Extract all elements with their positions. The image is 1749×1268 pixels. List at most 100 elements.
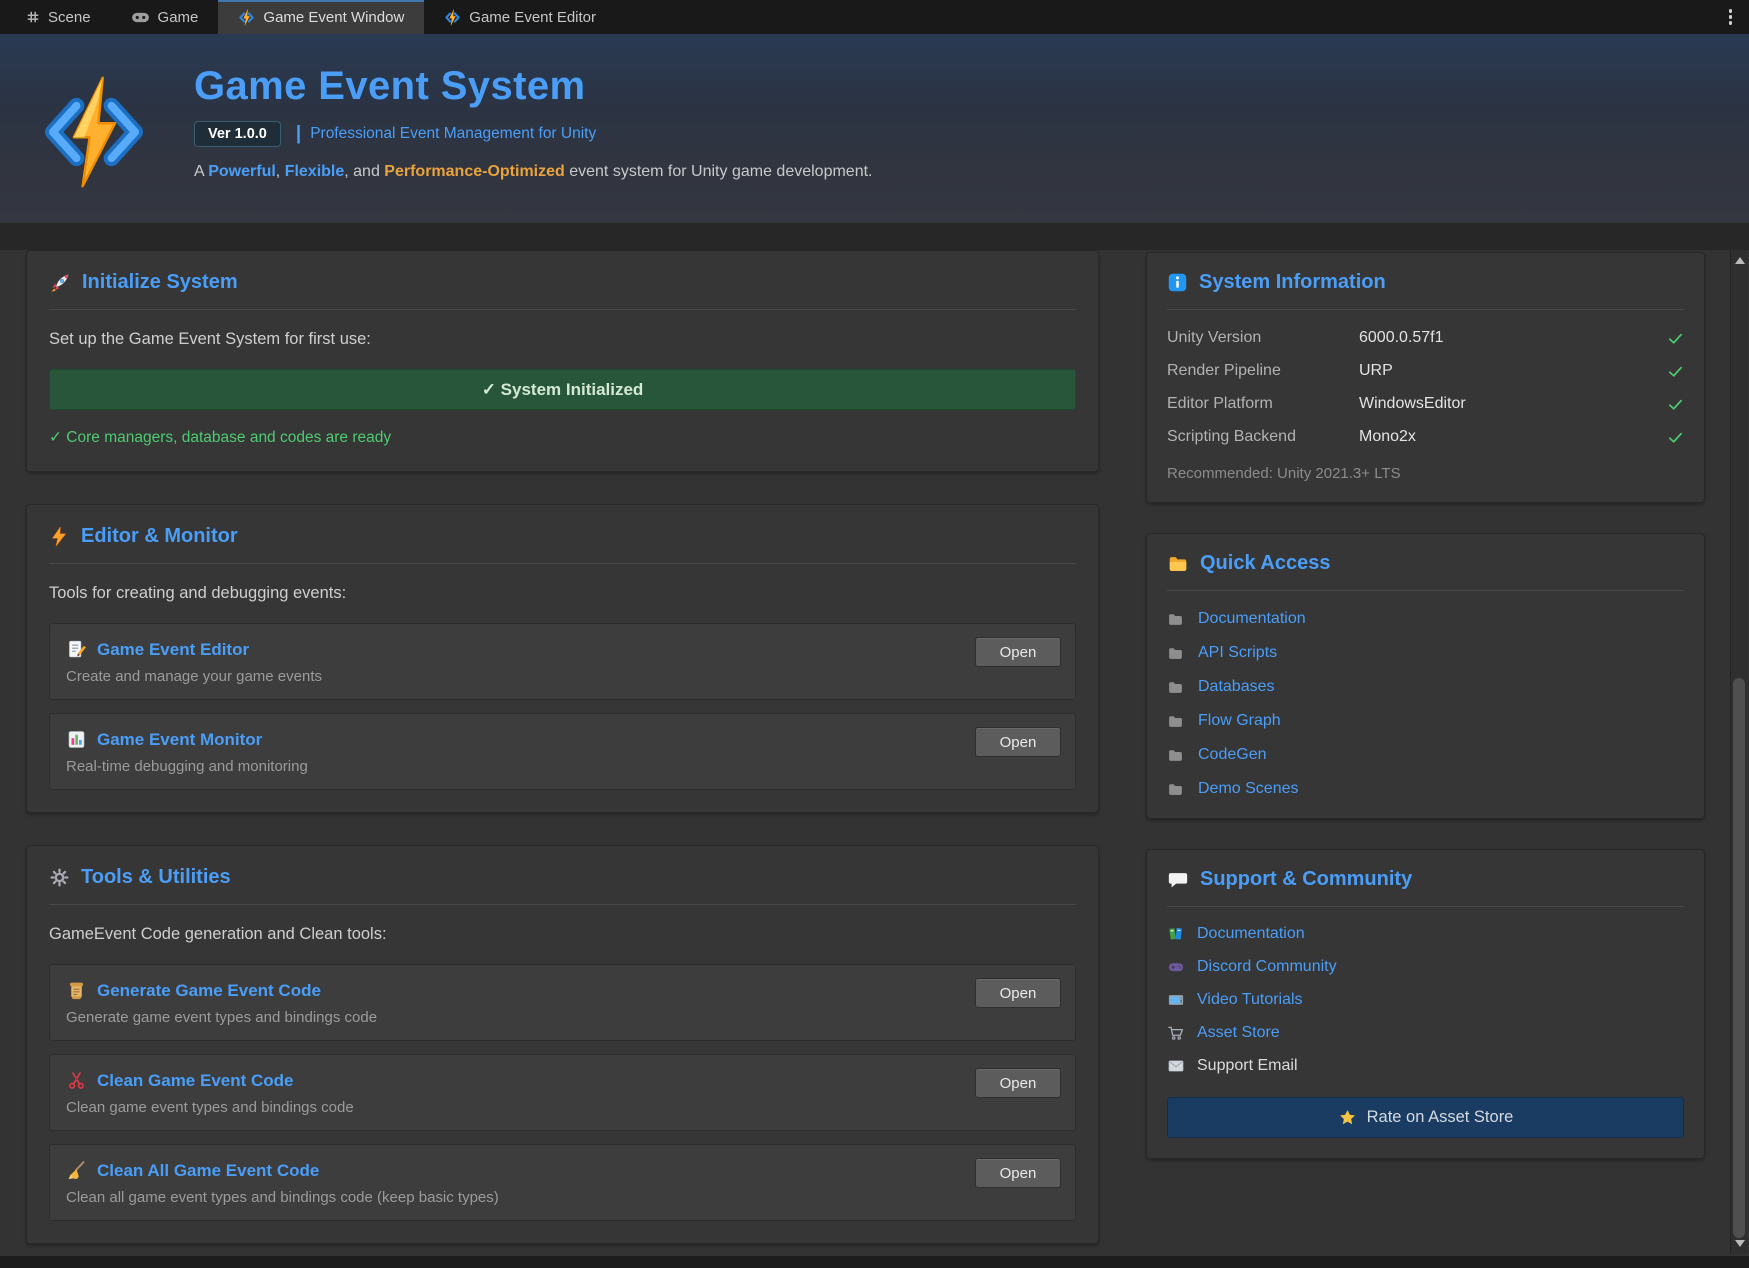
tab-game-event-editor[interactable]: Game Event Editor — [424, 0, 616, 34]
header-subtitle: Professional Event Management for Unity — [310, 125, 596, 143]
divider — [49, 904, 1076, 905]
info-label: Editor Platform — [1167, 395, 1359, 413]
support-link-email[interactable]: Support Email — [1167, 1057, 1684, 1075]
quick-access-flow-graph[interactable]: Flow Graph — [1167, 712, 1684, 730]
bar-chart-icon — [66, 729, 87, 750]
description-highlight-flexible: Flexible — [285, 163, 345, 180]
scroll-view: Initialize System Set up the Game Event … — [0, 223, 1749, 1256]
system-initialized-button[interactable]: ✓ System Initialized — [49, 369, 1076, 410]
quick-access-demo-scenes[interactable]: Demo Scenes — [1167, 780, 1684, 798]
support-link-asset-store[interactable]: Asset Store — [1167, 1024, 1684, 1042]
quick-access-label: Flow Graph — [1198, 712, 1281, 730]
folder-small-icon — [1167, 713, 1184, 730]
quick-access-databases[interactable]: Databases — [1167, 678, 1684, 696]
open-clean-code-button[interactable]: Open — [975, 1068, 1061, 1098]
quick-access-label: CodeGen — [1198, 746, 1267, 764]
grid-icon — [26, 10, 40, 24]
row-head: Game Event Monitor — [66, 729, 1059, 750]
description-text: , — [276, 163, 285, 180]
tab-label: Game Event Editor — [469, 9, 596, 26]
divider — [49, 563, 1076, 564]
folder-small-icon — [1167, 611, 1184, 628]
support-link-video-tutorials[interactable]: Video Tutorials — [1167, 991, 1684, 1009]
version-badge: Ver 1.0.0 — [194, 121, 281, 147]
rate-on-asset-store-button[interactable]: Rate on Asset Store — [1167, 1097, 1684, 1138]
tab-game-event-window[interactable]: Game Event Window — [218, 0, 424, 34]
vertical-scrollbar[interactable] — [1730, 250, 1748, 1254]
recommended-version-note: Recommended: Unity 2021.3+ LTS — [1167, 465, 1684, 482]
bolt-brackets-icon — [238, 9, 255, 26]
panel-title: System Information — [1199, 271, 1386, 294]
tab-label: Game Event Window — [263, 9, 404, 26]
header-gap-strip — [0, 223, 1749, 250]
section-title: Tools & Utilities — [81, 866, 231, 889]
header-description: A Powerful, Flexible, and Performance-Op… — [194, 163, 872, 181]
tool-row-description: Create and manage your game events — [66, 668, 1059, 685]
check-icon — [1667, 429, 1684, 446]
info-row-unity-version: Unity Version 6000.0.57f1 — [1167, 329, 1684, 347]
divider — [1167, 309, 1684, 310]
scroll-down-arrow-icon[interactable] — [1735, 1240, 1745, 1247]
info-label: Unity Version — [1167, 329, 1359, 347]
info-row-render-pipeline: Render Pipeline URP — [1167, 362, 1684, 380]
divider — [1167, 590, 1684, 591]
quick-access-panel: Quick Access Documentation API Scripts D… — [1146, 533, 1705, 819]
quick-access-documentation[interactable]: Documentation — [1167, 610, 1684, 628]
description-highlight-performance: Performance-Optimized — [384, 163, 564, 180]
tool-rows: Generate Game Event Code Generate game e… — [49, 964, 1076, 1221]
tools-utilities-section: Tools & Utilities GameEvent Code generat… — [26, 845, 1099, 1244]
editor-tab-bar: Scene Game Game Event Window Game Event … — [0, 0, 1749, 34]
scrollbar-thumb[interactable] — [1733, 678, 1745, 1238]
tool-row-generate-code: Generate Game Event Code Generate game e… — [49, 964, 1076, 1041]
open-generate-code-button[interactable]: Open — [975, 978, 1061, 1008]
quick-access-label: Documentation — [1198, 610, 1306, 628]
right-column: System Information Unity Version 6000.0.… — [1146, 252, 1705, 1189]
description-text: event system for Unity game development. — [565, 163, 873, 180]
folder-small-icon — [1167, 679, 1184, 696]
window-bottom-strip — [0, 1256, 1749, 1268]
speech-bubble-icon — [1167, 869, 1189, 891]
tool-row-title: Generate Game Event Code — [97, 981, 321, 1001]
tool-row-title: Game Event Editor — [97, 640, 249, 660]
tab-scene[interactable]: Scene — [6, 0, 111, 34]
quick-access-label: Databases — [1198, 678, 1275, 696]
folder-small-icon — [1167, 645, 1184, 662]
open-clean-all-code-button[interactable]: Open — [975, 1158, 1061, 1188]
tab-game[interactable]: Game — [111, 0, 219, 34]
divider — [49, 309, 1076, 310]
support-link-documentation[interactable]: Documentation — [1167, 925, 1684, 943]
subtitle-divider: | — [296, 123, 301, 145]
gamepad-icon — [131, 11, 150, 24]
support-link-label: Discord Community — [1197, 958, 1337, 976]
folder-small-icon — [1167, 747, 1184, 764]
tab-label: Scene — [48, 9, 91, 26]
scissors-icon — [66, 1070, 87, 1091]
section-header: Editor & Monitor — [49, 525, 1076, 548]
tool-row-description: Clean all game event types and bindings … — [66, 1189, 1059, 1206]
tool-row-title: Clean All Game Event Code — [97, 1161, 319, 1181]
support-community-panel: Support & Community Documentation Discor… — [1146, 849, 1705, 1159]
tool-rows: Game Event Editor Create and manage your… — [49, 623, 1076, 790]
tool-row-description: Clean game event types and bindings code — [66, 1099, 1059, 1116]
scroll-up-arrow-icon[interactable] — [1735, 257, 1745, 264]
panel-header: Support & Community — [1167, 868, 1684, 891]
support-link-discord[interactable]: Discord Community — [1167, 958, 1684, 976]
row-head: Clean All Game Event Code — [66, 1160, 1059, 1181]
info-value: WindowsEditor — [1359, 395, 1667, 413]
gamepad-purple-icon — [1167, 958, 1185, 976]
left-column: Initialize System Set up the Game Event … — [26, 250, 1099, 1268]
init-status-text: ✓ Core managers, database and codes are … — [49, 428, 1076, 447]
tool-row-clean-all-code: Clean All Game Event Code Clean all game… — [49, 1144, 1076, 1221]
lightning-icon — [49, 526, 70, 547]
star-icon — [1338, 1108, 1357, 1127]
open-game-event-monitor-button[interactable]: Open — [975, 727, 1061, 757]
folder-icon — [1167, 553, 1189, 575]
quick-access-api-scripts[interactable]: API Scripts — [1167, 644, 1684, 662]
section-header: Tools & Utilities — [49, 866, 1076, 889]
open-game-event-editor-button[interactable]: Open — [975, 637, 1061, 667]
quick-access-codegen[interactable]: CodeGen — [1167, 746, 1684, 764]
description-highlight-powerful: Powerful — [208, 163, 276, 180]
kebab-menu-icon[interactable] — [1712, 0, 1749, 34]
info-value: 6000.0.57f1 — [1359, 329, 1667, 347]
tool-row-game-event-editor: Game Event Editor Create and manage your… — [49, 623, 1076, 700]
